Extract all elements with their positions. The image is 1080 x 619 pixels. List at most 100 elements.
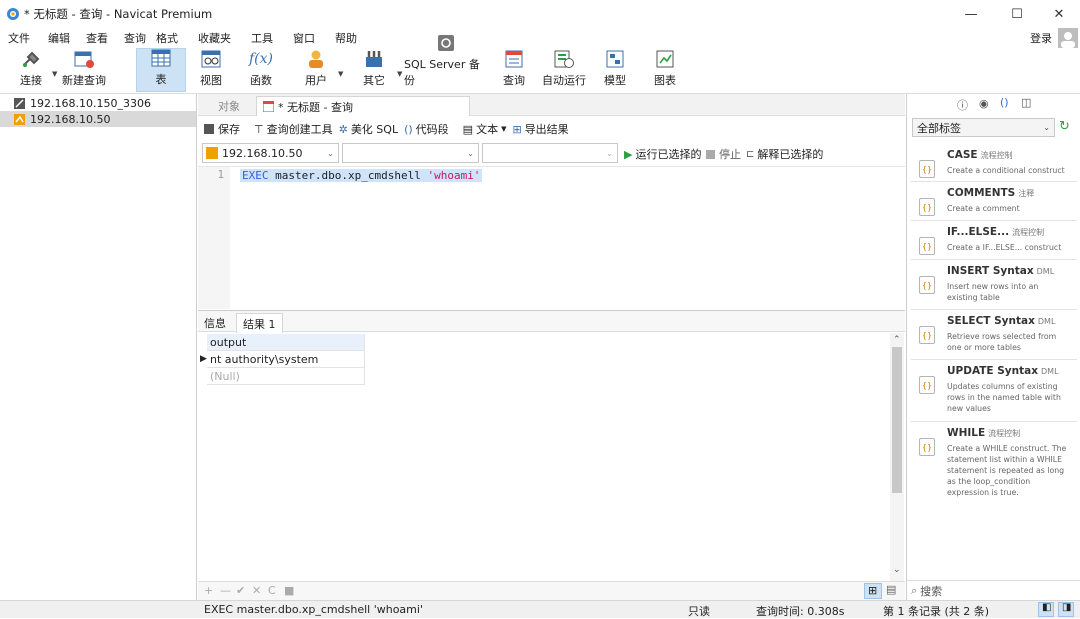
chart-icon bbox=[656, 50, 674, 68]
close-button[interactable]: ✕ bbox=[1036, 0, 1080, 28]
refresh-snippets-icon[interactable]: ↻ bbox=[1059, 119, 1070, 134]
sql-editor[interactable]: 1 EXEC master.dbo.xp_cmdshell 'whoami' bbox=[198, 166, 905, 309]
chevron-down-icon: ⌄ bbox=[467, 148, 474, 158]
tab-info[interactable]: 信息 bbox=[204, 313, 226, 333]
stop-fetch-button[interactable]: ■ bbox=[284, 584, 294, 597]
chevron-down-icon: ▼ bbox=[501, 125, 507, 133]
snippet-item[interactable]: {} UPDATE Syntax DML Updates columns of exi… bbox=[911, 360, 1077, 422]
snippet-file-icon: {} bbox=[919, 276, 935, 294]
save-button[interactable]: 保存 bbox=[204, 121, 240, 137]
minimize-button[interactable]: — bbox=[948, 0, 994, 28]
sql-server-backup-button[interactable]: SQL Server 备份 bbox=[404, 35, 488, 92]
export-results-button[interactable]: ⊞ 导出结果 bbox=[512, 121, 568, 137]
backup-icon bbox=[438, 35, 454, 51]
connection-select[interactable]: 192.168.10.50 ⌄ bbox=[202, 143, 339, 163]
table-row[interactable]: (Null) bbox=[207, 368, 365, 385]
line-number: 1 bbox=[217, 169, 224, 181]
info-icon[interactable]: ⓘ bbox=[957, 97, 968, 113]
apply-button[interactable]: ✔ bbox=[236, 584, 245, 597]
view-button[interactable]: 视图 bbox=[192, 48, 230, 92]
schema-select[interactable]: ⌄ bbox=[482, 143, 618, 163]
scroll-up-icon[interactable]: ⌃ bbox=[893, 335, 901, 345]
connect-button[interactable]: 连接 bbox=[10, 48, 52, 92]
menu-favorites[interactable]: 收藏夹 bbox=[186, 30, 239, 46]
tab-objects[interactable]: 对象 bbox=[218, 96, 240, 116]
grid-icon: ⊞ bbox=[868, 584, 878, 597]
snippet-item[interactable]: {} IF...ELSE... 流程控制 Create a IF...ELSE... … bbox=[911, 221, 1077, 260]
maximize-button[interactable]: ☐ bbox=[994, 0, 1040, 28]
menu-edit[interactable]: 编辑 bbox=[38, 30, 78, 46]
table-icon bbox=[151, 49, 171, 67]
avatar[interactable] bbox=[1058, 28, 1078, 48]
text-doc-icon: ▤ bbox=[462, 122, 474, 136]
panel-layout-icon[interactable]: ◫ bbox=[1021, 96, 1031, 109]
query-button[interactable]: 查询 bbox=[496, 48, 532, 92]
snippet-item[interactable]: {} SELECT Syntax DML Retrieve rows selected… bbox=[911, 310, 1077, 360]
function-button[interactable]: f(x) 函数 bbox=[240, 48, 282, 92]
delete-row-button[interactable]: — bbox=[220, 584, 231, 597]
panel-left-icon: ◧ bbox=[1042, 602, 1052, 613]
table-row[interactable]: nt authority\system bbox=[207, 351, 365, 368]
connect-dropdown-caret[interactable]: ▼ bbox=[52, 70, 57, 78]
snippets-panel: ⓘ ◉ () ◫ 全部标签 ⌄ ↻ {} CASE 流程控制 Create a con… bbox=[906, 94, 1080, 600]
beautify-sql-button[interactable]: ✲ 美化 SQL bbox=[339, 121, 398, 137]
column-header-output[interactable]: output bbox=[207, 334, 365, 351]
preview-eye-icon[interactable]: ◉ bbox=[979, 97, 989, 110]
vertical-scrollbar[interactable]: ⌃ ⌄ bbox=[890, 333, 904, 581]
line-gutter: 1 bbox=[198, 167, 230, 309]
snippet-item[interactable]: {} INSERT Syntax DML Insert new rows into a… bbox=[911, 260, 1077, 310]
connection-item-sqlserver[interactable]: 192.168.10.50 bbox=[0, 111, 196, 127]
stop-button[interactable]: 停止 bbox=[706, 146, 741, 162]
other-dropdown-caret[interactable]: ▼ bbox=[397, 70, 402, 78]
menu-help[interactable]: 帮助 bbox=[323, 30, 365, 46]
tag-filter-select[interactable]: 全部标签 ⌄ bbox=[912, 118, 1055, 137]
menu-window[interactable]: 窗口 bbox=[281, 30, 323, 46]
user-dropdown-caret[interactable]: ▼ bbox=[338, 70, 343, 78]
form-view-button[interactable]: ▤ bbox=[886, 583, 902, 599]
explain-selected-button[interactable]: ⊏ 解释已选择的 bbox=[746, 146, 823, 162]
snippet-braces-icon[interactable]: () bbox=[1000, 96, 1009, 109]
new-query-button[interactable]: 新建查询 bbox=[60, 48, 108, 92]
scroll-down-icon[interactable]: ⌄ bbox=[893, 565, 901, 575]
status-sql: EXEC master.dbo.xp_cmdshell 'whoami' bbox=[204, 603, 423, 616]
snippet-item[interactable]: {} WHILE 流程控制 Create a WHILE construct. The… bbox=[911, 422, 1077, 508]
refresh-button[interactable]: C bbox=[268, 584, 276, 597]
menu-view[interactable]: 查看 bbox=[78, 30, 116, 46]
snippet-item[interactable]: {} CASE 流程控制 Create a conditional construct bbox=[911, 144, 1077, 182]
layout-toggle-right-button[interactable]: ◨ bbox=[1058, 602, 1074, 617]
text-button[interactable]: ▤ 文本 ▼ bbox=[463, 121, 507, 137]
model-icon bbox=[606, 50, 624, 68]
snippet-search-field[interactable]: ⌕ 搜索 bbox=[907, 580, 1080, 600]
menu-format[interactable]: 格式 bbox=[148, 30, 186, 46]
login-link[interactable]: 登录 bbox=[1030, 30, 1052, 46]
snippet-file-icon: {} bbox=[919, 326, 935, 344]
run-selected-button[interactable]: ▶ 运行已选择的 bbox=[624, 146, 701, 162]
user-icon bbox=[309, 50, 323, 68]
table-button[interactable]: 表 bbox=[136, 48, 186, 92]
chart-button[interactable]: 图表 bbox=[648, 48, 682, 92]
model-button[interactable]: 模型 bbox=[598, 48, 632, 92]
user-avatar-icon bbox=[1061, 32, 1075, 48]
query-builder-button[interactable]: ⊤ 查询创建工具 bbox=[254, 121, 333, 137]
menu-query[interactable]: 查询 bbox=[116, 30, 148, 46]
scroll-thumb[interactable] bbox=[892, 347, 902, 493]
current-row-arrow-icon: ▶ bbox=[200, 354, 207, 364]
other-button[interactable]: 其它 bbox=[354, 48, 394, 92]
tab-result-1[interactable]: 结果 1 bbox=[236, 313, 283, 333]
result-tabs: 信息 结果 1 bbox=[198, 310, 905, 333]
discard-button[interactable]: ✕ bbox=[252, 584, 261, 597]
snippet-item[interactable]: {} COMMENTS 注释 Create a comment bbox=[911, 182, 1077, 221]
sql-code-line[interactable]: EXEC master.dbo.xp_cmdshell 'whoami' bbox=[240, 169, 483, 182]
layout-toggle-left-button[interactable]: ◧ bbox=[1038, 602, 1054, 617]
tab-query[interactable]: * 无标题 - 查询 bbox=[256, 96, 470, 116]
database-select[interactable]: ⌄ bbox=[342, 143, 479, 163]
menu-file[interactable]: 文件 bbox=[0, 30, 38, 46]
code-snippet-button[interactable]: () 代码段 bbox=[404, 121, 449, 137]
grid-view-button[interactable]: ⊞ bbox=[864, 583, 882, 599]
automation-button[interactable]: 自动运行 bbox=[540, 48, 588, 92]
connection-item-mysql[interactable]: 192.168.10.150_3306 bbox=[0, 95, 196, 111]
menu-tools[interactable]: 工具 bbox=[239, 30, 281, 46]
user-button[interactable]: 用户 bbox=[296, 48, 336, 92]
export-icon: ⊞ bbox=[512, 122, 522, 136]
add-row-button[interactable]: + bbox=[204, 584, 213, 597]
